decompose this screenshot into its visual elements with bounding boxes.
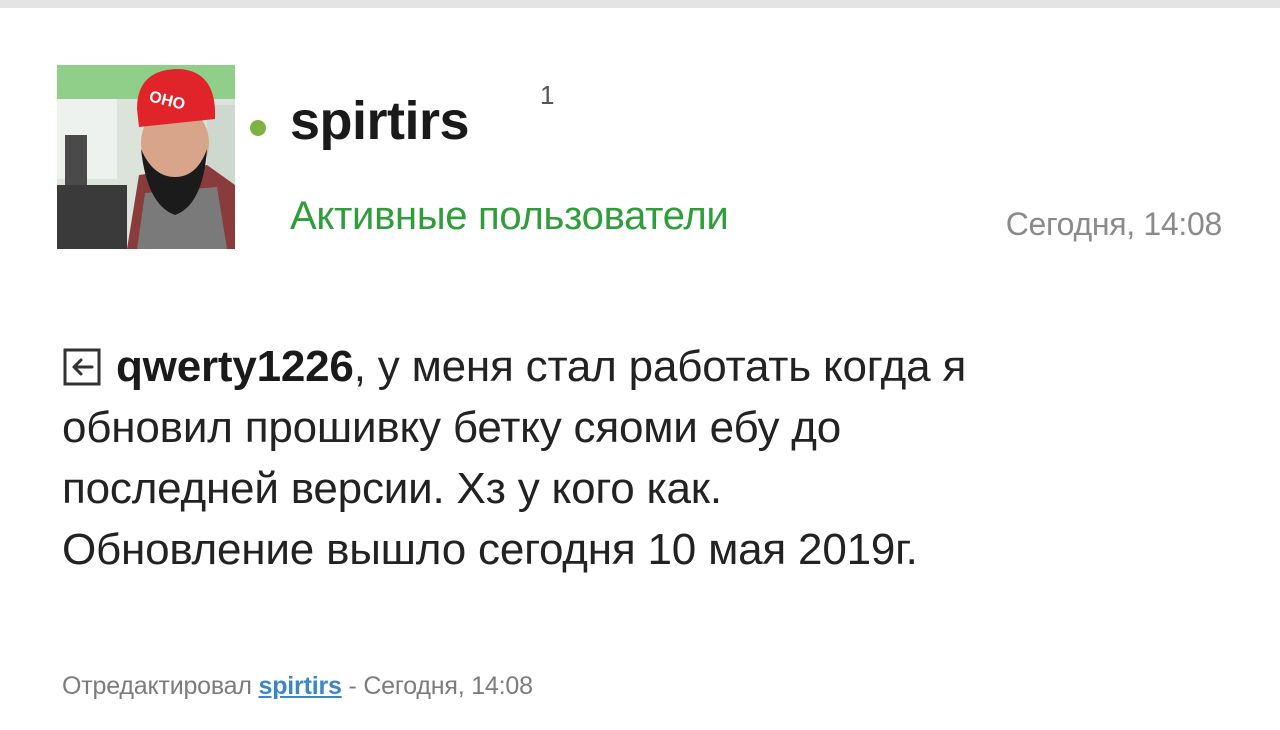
post-body-line-2: обновил прошивку бетку сяоми ебу до [62, 403, 842, 452]
post-body: qwerty1226, у меня стал работать когда я… [62, 336, 1222, 580]
author-group: Активные пользователи [290, 194, 729, 238]
edit-note: Отредактировал spirtirs - Сегодня, 14:08 [62, 672, 533, 701]
edit-note-separator: - [348, 672, 357, 700]
forum-post: OHO spirtirs 1 Активные пользователи Сег… [0, 8, 1280, 730]
quote-arrow-icon[interactable] [62, 342, 102, 386]
edit-note-editor-link[interactable]: spirtirs [259, 672, 342, 700]
post-timestamp: Сегодня, 14:08 [1005, 206, 1223, 242]
post-body-line-4: Обновление вышло сегодня 10 мая 2019г. [62, 525, 918, 574]
edit-note-time: Сегодня, 14:08 [363, 672, 533, 700]
post-body-line-3: последней версии. Хз у кого как. [62, 464, 722, 513]
top-divider [0, 0, 1280, 8]
author-username[interactable]: spirtirs [290, 90, 470, 152]
avatar[interactable]: OHO [57, 65, 235, 249]
post-body-line-1: qwerty1226, у меня стал работать когда я [62, 336, 1222, 397]
online-status-dot [250, 120, 266, 136]
mention-link[interactable]: qwerty1226 [116, 342, 354, 391]
post-body-line-1-text: , у меня стал работать когда я [353, 342, 967, 391]
author-reputation: 1 [540, 80, 555, 110]
edit-note-prefix: Отредактировал [62, 672, 252, 700]
